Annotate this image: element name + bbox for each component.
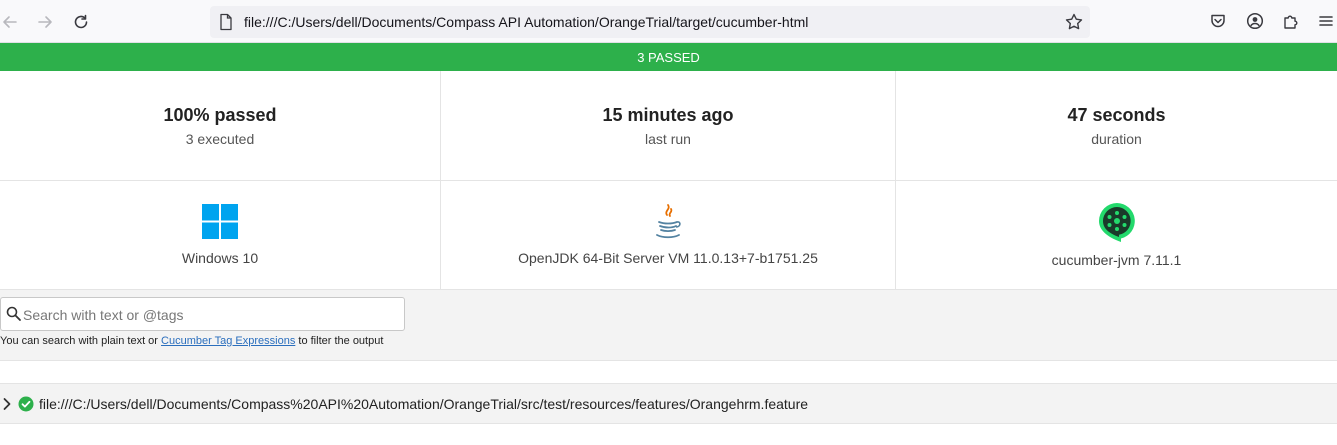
- star-icon[interactable]: [1064, 12, 1084, 37]
- puzzle-icon[interactable]: [1280, 10, 1302, 32]
- summary-row: 100% passed 3 executed 15 minutes ago la…: [0, 71, 1337, 181]
- reload-icon: [74, 14, 88, 29]
- status-banner: 3 PASSED: [0, 43, 1337, 71]
- summary-passed: 100% passed 3 executed: [0, 71, 441, 180]
- stat-label: last run: [645, 131, 691, 147]
- stat-value: 47 seconds: [1067, 105, 1166, 125]
- passed-check-icon: [18, 396, 34, 417]
- chevron-right-icon[interactable]: [2, 397, 12, 416]
- summary-last-run: 15 minutes ago last run: [441, 71, 896, 180]
- account-icon[interactable]: [1244, 10, 1266, 32]
- cucumber-tag-expressions-link[interactable]: Cucumber Tag Expressions: [161, 335, 295, 347]
- url-text[interactable]: file:///C:/Users/dell/Documents/Compass …: [244, 14, 808, 30]
- reload-button[interactable]: [67, 8, 95, 36]
- browser-toolbar: file:///C:/Users/dell/Documents/Compass …: [0, 0, 1337, 43]
- feature-row[interactable]: file:///C:/Users/dell/Documents/Compass%…: [0, 383, 1337, 424]
- forward-button[interactable]: [31, 8, 59, 36]
- file-icon: [218, 13, 234, 36]
- search-box[interactable]: [0, 297, 405, 331]
- search-help-prefix: You can search with plain text or: [0, 335, 162, 347]
- windows-logo-icon: [202, 204, 238, 244]
- arrow-right-icon: [38, 16, 52, 28]
- env-framework: cucumber-jvm 7.11.1: [896, 181, 1337, 289]
- cucumber-logo-icon: [1098, 202, 1136, 247]
- stat-label: duration: [1091, 131, 1142, 147]
- environment-row: Windows 10 OpenJDK 64-Bit Server VM 11.0…: [0, 181, 1337, 290]
- env-runtime-label: OpenJDK 64-Bit Server VM 11.0.13+7-b1751…: [518, 250, 818, 266]
- arrow-left-icon: [3, 16, 17, 28]
- stat-label: 3 executed: [185, 131, 255, 147]
- back-button[interactable]: [0, 8, 24, 36]
- stat-value: 100% passed: [163, 105, 277, 125]
- env-framework-label: cucumber-jvm 7.11.1: [1051, 252, 1182, 268]
- pocket-icon[interactable]: [1207, 10, 1229, 32]
- env-os: Windows 10: [0, 181, 441, 289]
- search-help-text: You can search with plain text or Cucumb…: [0, 335, 383, 347]
- env-os-label: Windows 10: [181, 250, 259, 266]
- search-input[interactable]: [21, 302, 395, 328]
- search-section: You can search with plain text or Cucumb…: [0, 290, 1337, 361]
- summary-duration: 47 seconds duration: [896, 71, 1337, 180]
- search-icon: [6, 306, 22, 327]
- address-bar[interactable]: file:///C:/Users/dell/Documents/Compass …: [210, 6, 1090, 38]
- feature-path[interactable]: file:///C:/Users/dell/Documents/Compass%…: [39, 396, 808, 412]
- stat-value: 15 minutes ago: [602, 105, 734, 125]
- status-banner-text: 3 PASSED: [637, 49, 700, 65]
- java-logo-icon: [653, 203, 683, 246]
- search-help-suffix: to filter the output: [295, 335, 384, 347]
- env-runtime: OpenJDK 64-Bit Server VM 11.0.13+7-b1751…: [441, 181, 896, 289]
- hamburger-menu-icon[interactable]: [1315, 10, 1337, 32]
